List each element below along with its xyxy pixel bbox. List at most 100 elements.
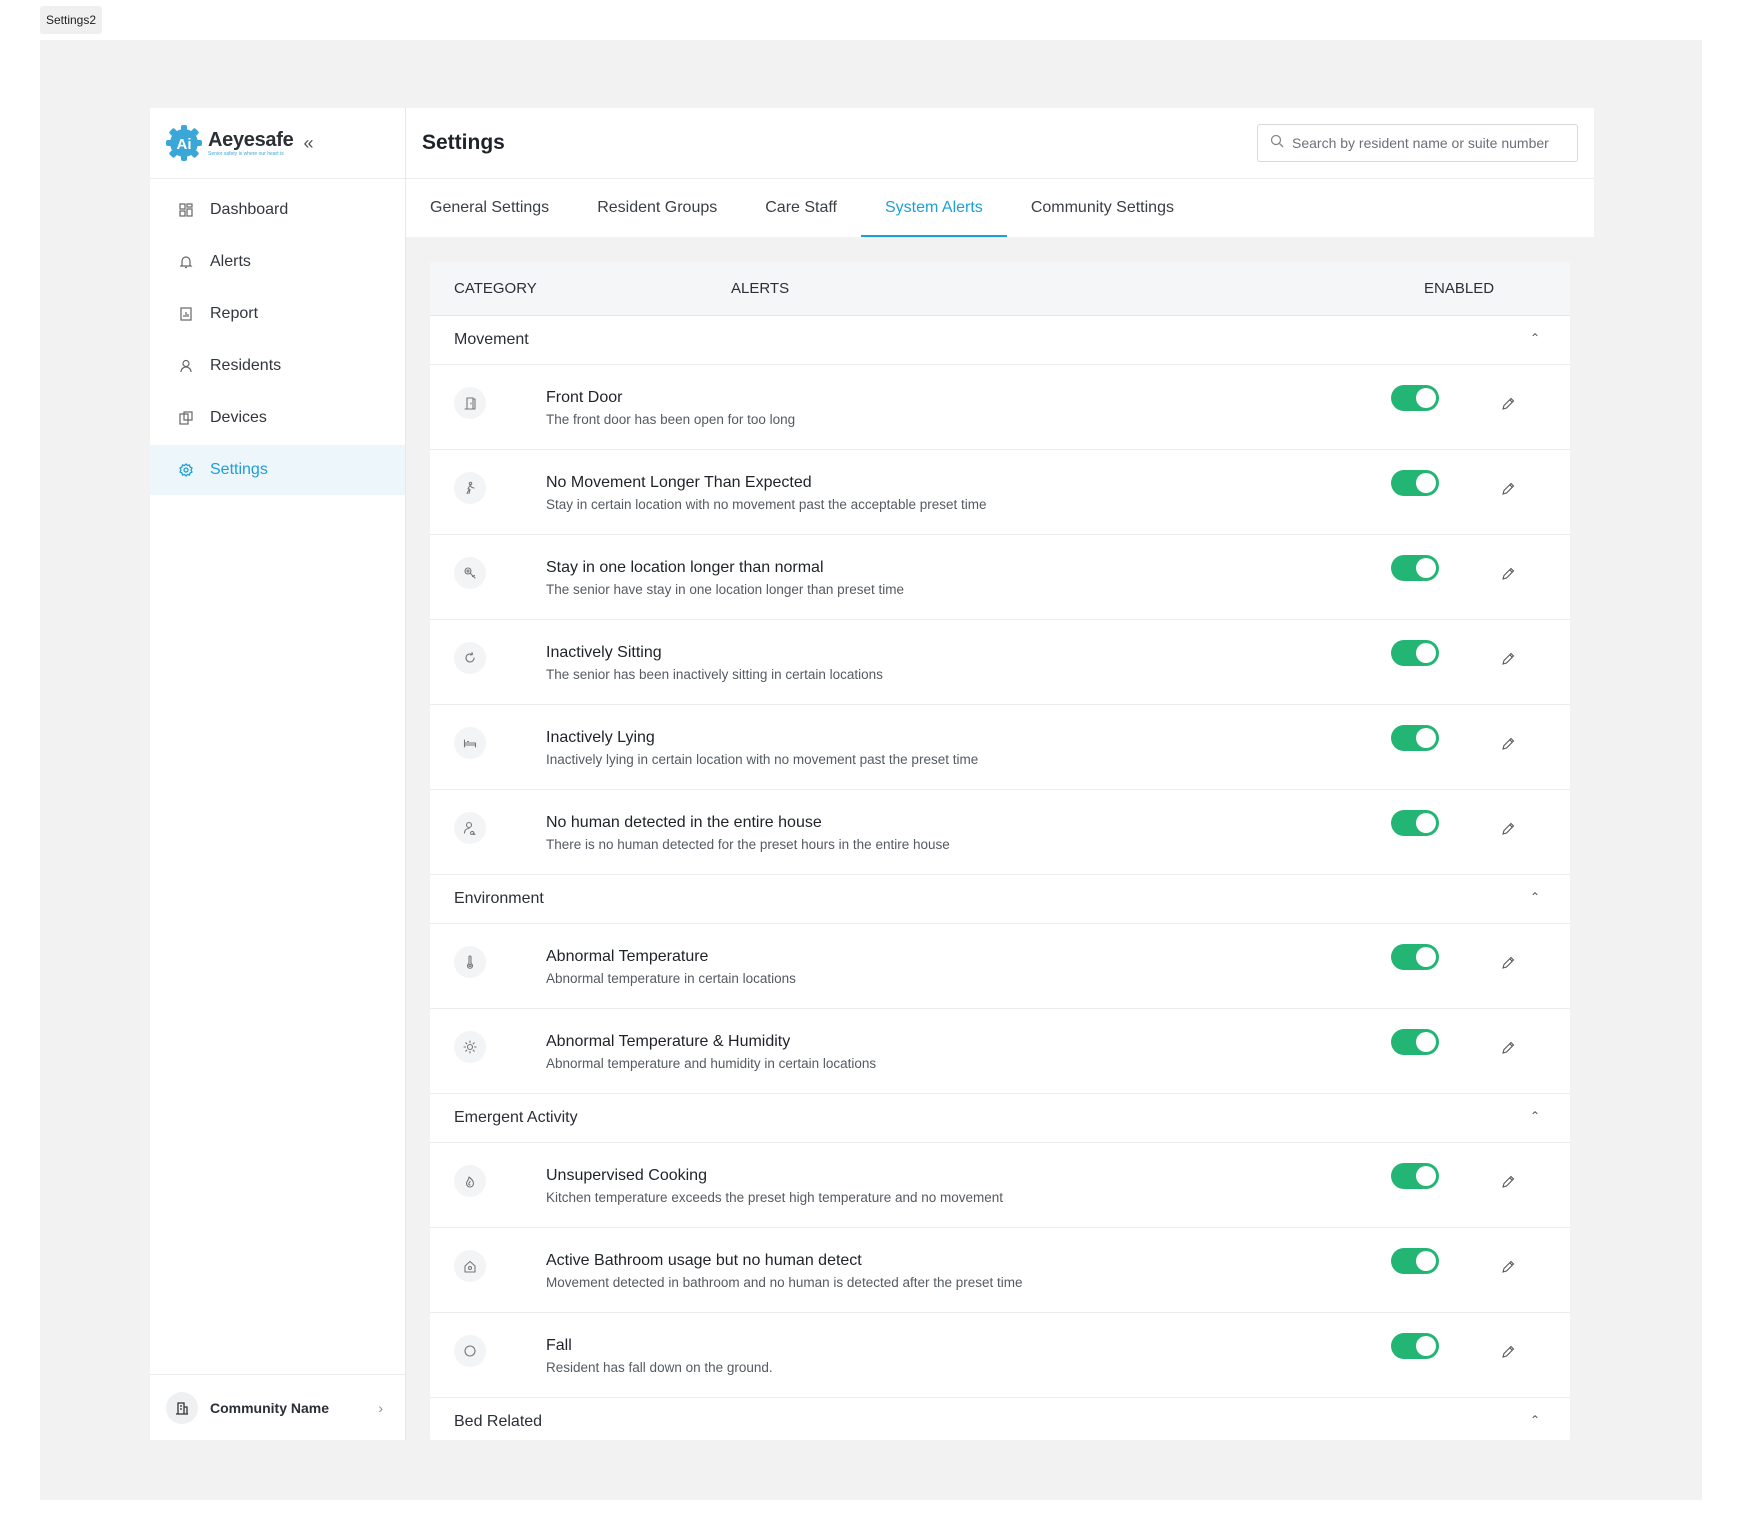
sidebar-item-report[interactable]: Report xyxy=(150,289,405,339)
column-header-category: CATEGORY xyxy=(454,280,537,297)
tab-resident-groups[interactable]: Resident Groups xyxy=(573,179,741,237)
enabled-toggle[interactable] xyxy=(1391,470,1439,496)
toggle-knob xyxy=(1416,947,1436,967)
alert-title: Fall xyxy=(546,1337,572,1354)
search-input[interactable] xyxy=(1292,135,1572,151)
alert-description: Abnormal temperature and humidity in cer… xyxy=(546,1056,877,1071)
frame-label: Settings2 xyxy=(40,6,103,34)
enabled-toggle[interactable] xyxy=(1391,1163,1439,1189)
door-icon xyxy=(454,387,486,419)
tab-community-settings[interactable]: Community Settings xyxy=(1007,179,1198,237)
pencil-icon[interactable] xyxy=(1501,397,1517,413)
alert-title: No Movement Longer Than Expected xyxy=(546,474,812,491)
tab-care-staff[interactable]: Care Staff xyxy=(741,179,861,237)
pencil-icon[interactable] xyxy=(1501,1175,1517,1191)
person-icon xyxy=(178,358,194,374)
sidebar-item-dashboard[interactable]: Dashboard xyxy=(150,185,405,235)
sidebar-nav: Dashboard Alerts Report Residents Device… xyxy=(150,185,405,495)
alert-description: Abnormal temperature in certain location… xyxy=(546,971,796,986)
category-name: Environment xyxy=(454,890,544,907)
walking-icon xyxy=(454,472,486,504)
toggle-knob xyxy=(1416,388,1436,408)
pencil-icon[interactable] xyxy=(1501,652,1517,668)
page-title: Settings xyxy=(422,131,505,154)
sidebar-item-label: Dashboard xyxy=(210,201,289,218)
toggle-knob xyxy=(1416,1251,1436,1271)
enabled-toggle[interactable] xyxy=(1391,1029,1439,1055)
alert-title: Front Door xyxy=(546,389,623,406)
category-name: Bed Related xyxy=(454,1413,543,1430)
building-icon xyxy=(166,1391,198,1424)
toggle-knob xyxy=(1416,1032,1436,1052)
brand-name: Aeyesafe xyxy=(208,129,294,151)
chevron-up-icon[interactable]: ⌃ xyxy=(1530,331,1540,345)
flame-icon xyxy=(454,1165,486,1197)
enabled-toggle[interactable] xyxy=(1391,1248,1439,1274)
alert-description: Inactively lying in certain location wit… xyxy=(546,752,979,767)
home-icon xyxy=(454,1250,486,1282)
column-header-enabled: ENABLED xyxy=(1424,280,1495,297)
enabled-toggle[interactable] xyxy=(1391,725,1439,751)
alerts-table: CATEGORY ALERTS ENABLED Movement ⌃ Front D… xyxy=(430,262,1570,1440)
circle-icon xyxy=(454,1335,486,1367)
category-group-header[interactable]: Emergent Activity ⌃ xyxy=(430,1094,1570,1143)
alert-description: Stay in certain location with no movemen… xyxy=(546,497,987,512)
enabled-toggle[interactable] xyxy=(1391,810,1439,836)
sidebar-item-alerts[interactable]: Alerts xyxy=(150,237,405,287)
chevron-up-icon[interactable]: ⌃ xyxy=(1530,1109,1540,1123)
sidebar-item-settings[interactable]: Settings xyxy=(150,445,405,495)
pencil-icon[interactable] xyxy=(1501,956,1517,972)
alert-title: Unsupervised Cooking xyxy=(546,1167,707,1184)
enabled-toggle[interactable] xyxy=(1391,385,1439,411)
header: Settings xyxy=(406,108,1594,179)
alert-title: Inactively Sitting xyxy=(546,644,662,661)
search-icon xyxy=(1270,134,1284,153)
alert-row: Front Door The front door has been open f… xyxy=(430,365,1570,450)
pencil-icon[interactable] xyxy=(1501,737,1517,753)
enabled-toggle[interactable] xyxy=(1391,640,1439,666)
alert-description: The senior have stay in one location lon… xyxy=(546,582,904,597)
enabled-toggle[interactable] xyxy=(1391,555,1439,581)
gear-icon xyxy=(178,462,194,478)
alert-title: Active Bathroom usage but no human detec… xyxy=(546,1252,862,1269)
main-content: Settings General Settings Resident Group… xyxy=(406,108,1594,1440)
enabled-toggle[interactable] xyxy=(1391,944,1439,970)
table-header: CATEGORY ALERTS ENABLED xyxy=(430,262,1570,316)
dashboard-icon xyxy=(178,202,194,218)
alert-title: Abnormal Temperature & Humidity xyxy=(546,1033,791,1050)
category-group-header[interactable]: Environment ⌃ xyxy=(430,875,1570,924)
search-box xyxy=(1257,124,1578,162)
person-search-icon xyxy=(454,812,486,844)
toggle-knob xyxy=(1416,473,1436,493)
pencil-icon[interactable] xyxy=(1501,822,1517,838)
sidebar-item-label: Residents xyxy=(210,357,282,374)
pencil-icon[interactable] xyxy=(1501,1260,1517,1276)
pencil-icon[interactable] xyxy=(1501,482,1517,498)
category-group-header[interactable]: Movement ⌃ xyxy=(430,316,1570,365)
alert-row: No Movement Longer Than Expected Stay in … xyxy=(430,450,1570,535)
collapse-sidebar-icon[interactable]: « xyxy=(303,133,313,154)
pencil-icon[interactable] xyxy=(1501,567,1517,583)
pencil-icon[interactable] xyxy=(1501,1041,1517,1057)
alert-row: Inactively Lying Inactively lying in cert… xyxy=(430,705,1570,790)
tab-system-alerts[interactable]: System Alerts xyxy=(861,179,1007,237)
column-header-alerts: ALERTS xyxy=(731,280,790,297)
pencil-icon[interactable] xyxy=(1501,1345,1517,1361)
alert-row: Abnormal Temperature Abnormal temperature… xyxy=(430,924,1570,1009)
sun-icon xyxy=(454,1031,486,1063)
toggle-knob xyxy=(1416,728,1436,748)
category-group-header[interactable]: Bed Related ⌃ xyxy=(430,1398,1570,1440)
category-name: Emergent Activity xyxy=(454,1109,578,1126)
bed-icon xyxy=(454,727,486,759)
sidebar-item-residents[interactable]: Residents xyxy=(150,341,405,391)
chevron-up-icon[interactable]: ⌃ xyxy=(1530,1413,1540,1427)
sidebar-item-devices[interactable]: Devices xyxy=(150,393,405,443)
toggle-knob xyxy=(1416,1336,1436,1356)
community-selector[interactable]: Community Name › xyxy=(150,1374,405,1440)
devices-icon xyxy=(178,410,194,426)
alert-title: No human detected in the entire house xyxy=(546,814,822,831)
enabled-toggle[interactable] xyxy=(1391,1333,1439,1359)
logo-area: Ai Aeyesafe Senior safety is where our h… xyxy=(150,108,405,179)
chevron-up-icon[interactable]: ⌃ xyxy=(1530,890,1540,904)
tab-general-settings[interactable]: General Settings xyxy=(406,179,573,237)
